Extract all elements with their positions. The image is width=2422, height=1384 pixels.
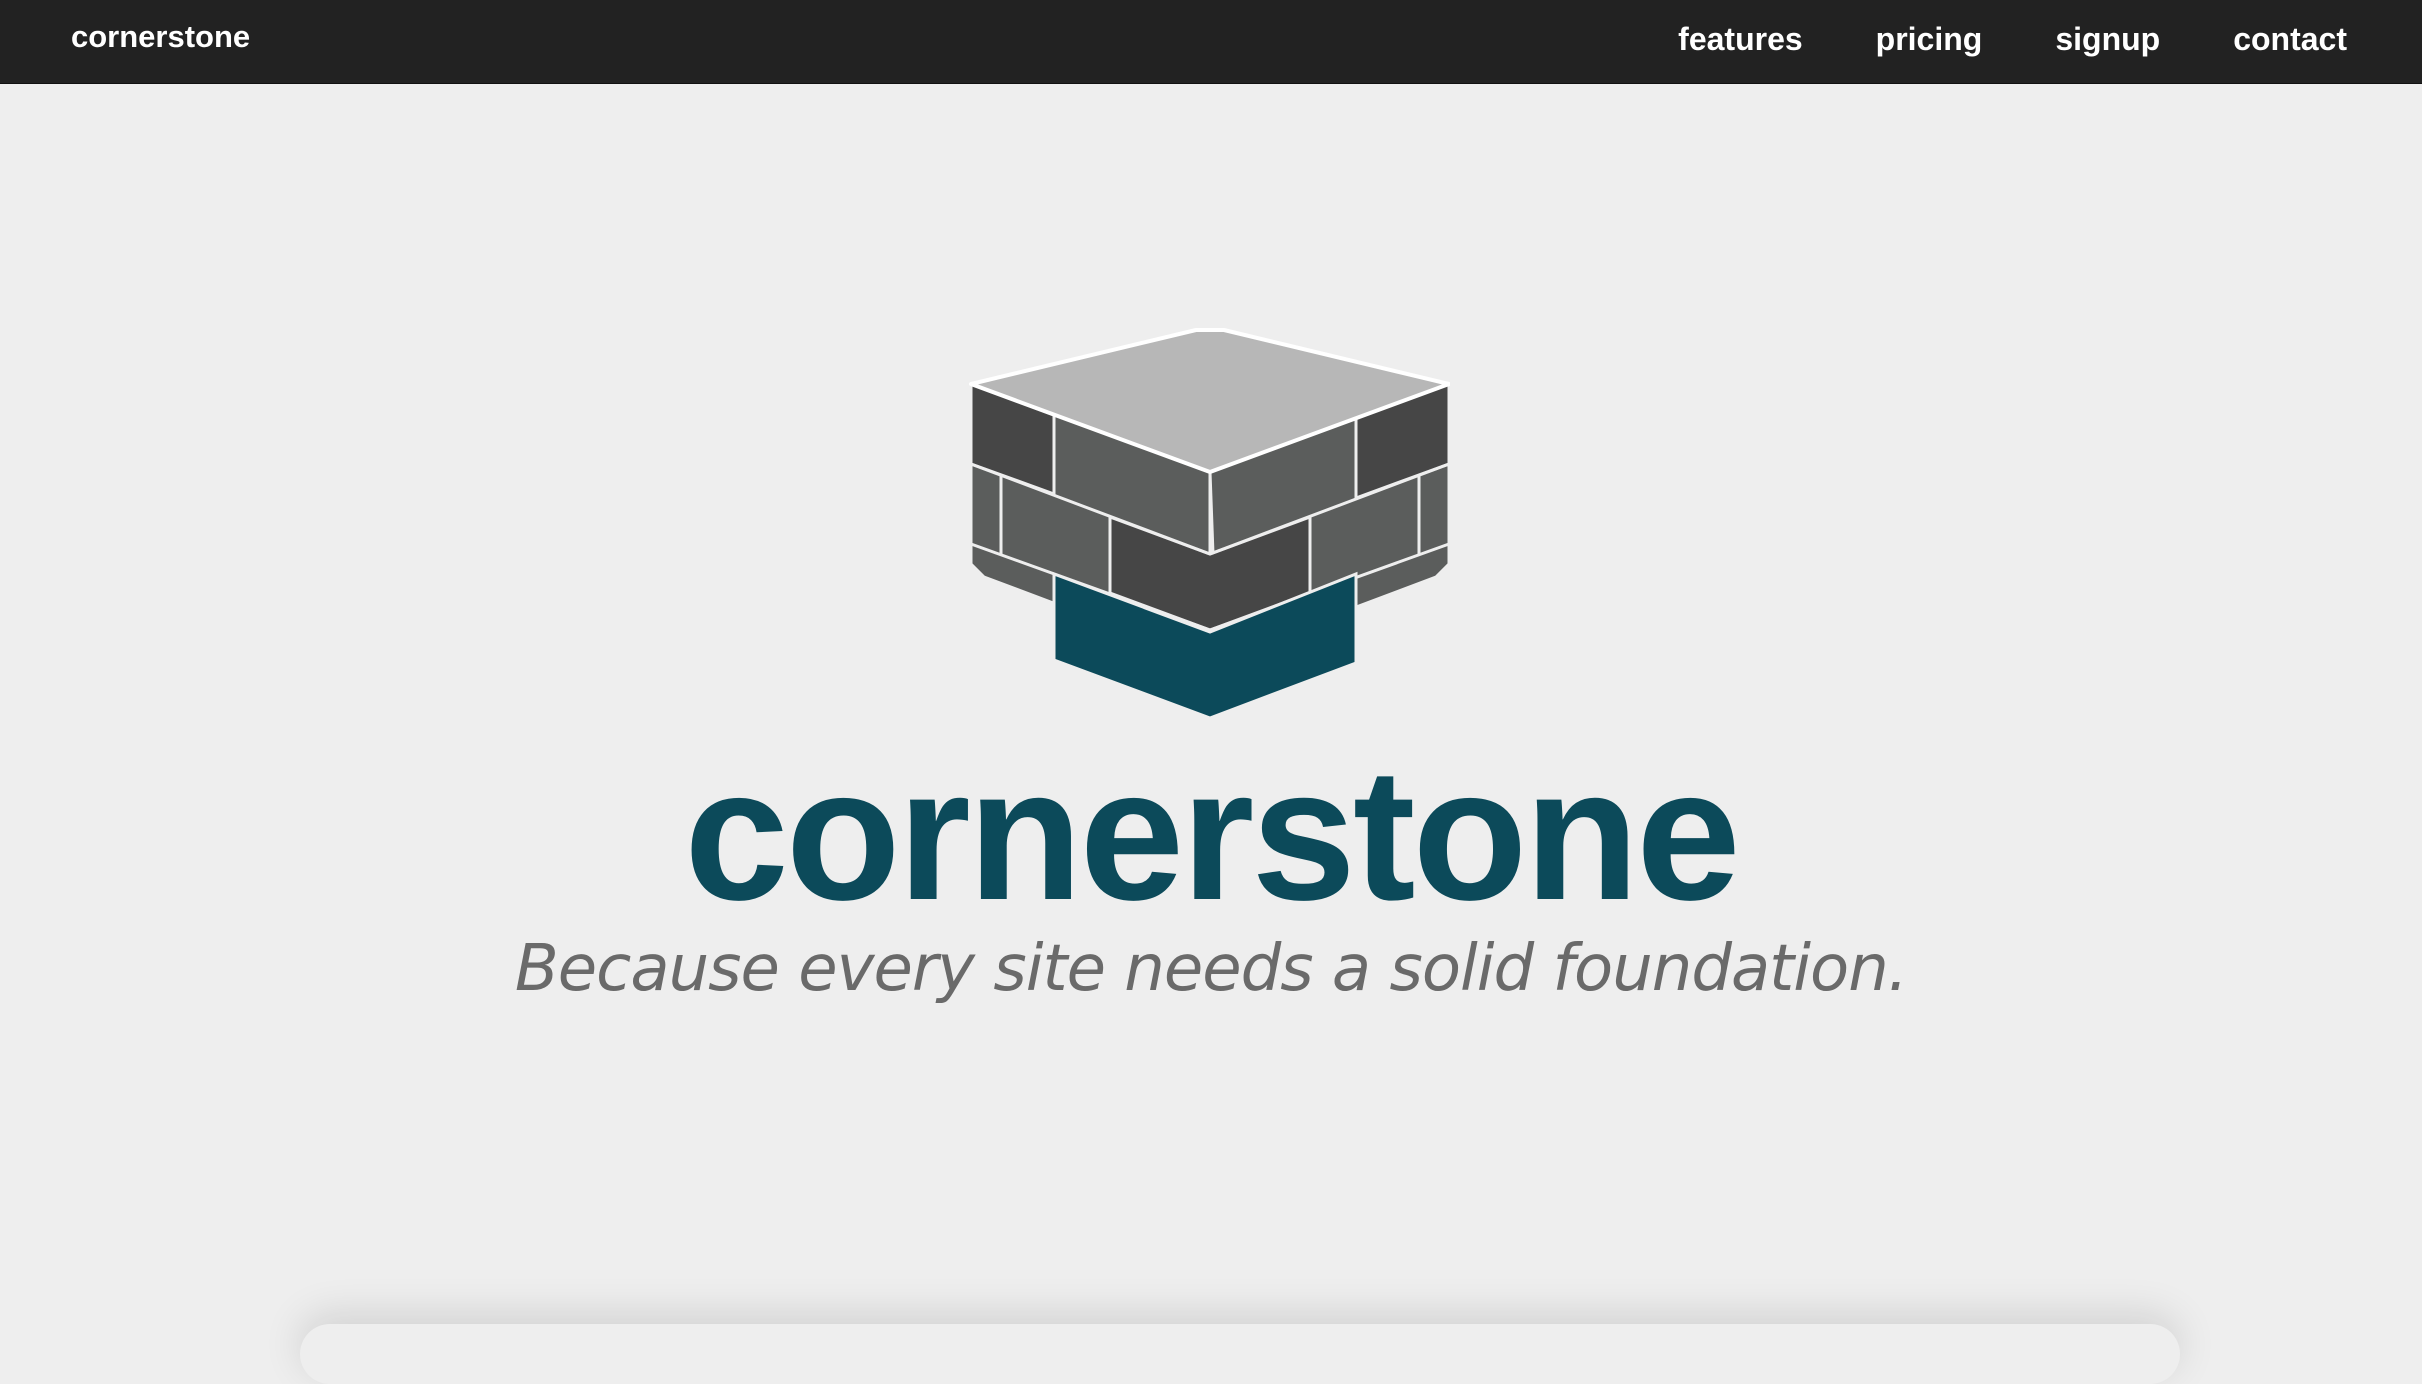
nav-links: features pricing signup contact: [1678, 0, 2422, 78]
nav-link-signup[interactable]: signup: [2055, 0, 2160, 78]
hero-title: cornerstone: [684, 729, 1741, 939]
nav-link-features[interactable]: features: [1678, 0, 1803, 78]
hero-tagline: Because every site needs a solid foundat…: [514, 932, 1908, 1006]
brick-cube-icon: [969, 328, 1450, 720]
content-card-edge: [300, 1324, 2180, 1384]
hero-section: cornerstone Because every site needs a s…: [0, 84, 2422, 1384]
brand-link[interactable]: cornerstone: [71, 0, 250, 74]
nav-link-contact[interactable]: contact: [2233, 0, 2347, 78]
nav-link-pricing[interactable]: pricing: [1876, 0, 1983, 78]
top-navbar: cornerstone features pricing signup cont…: [0, 0, 2422, 84]
